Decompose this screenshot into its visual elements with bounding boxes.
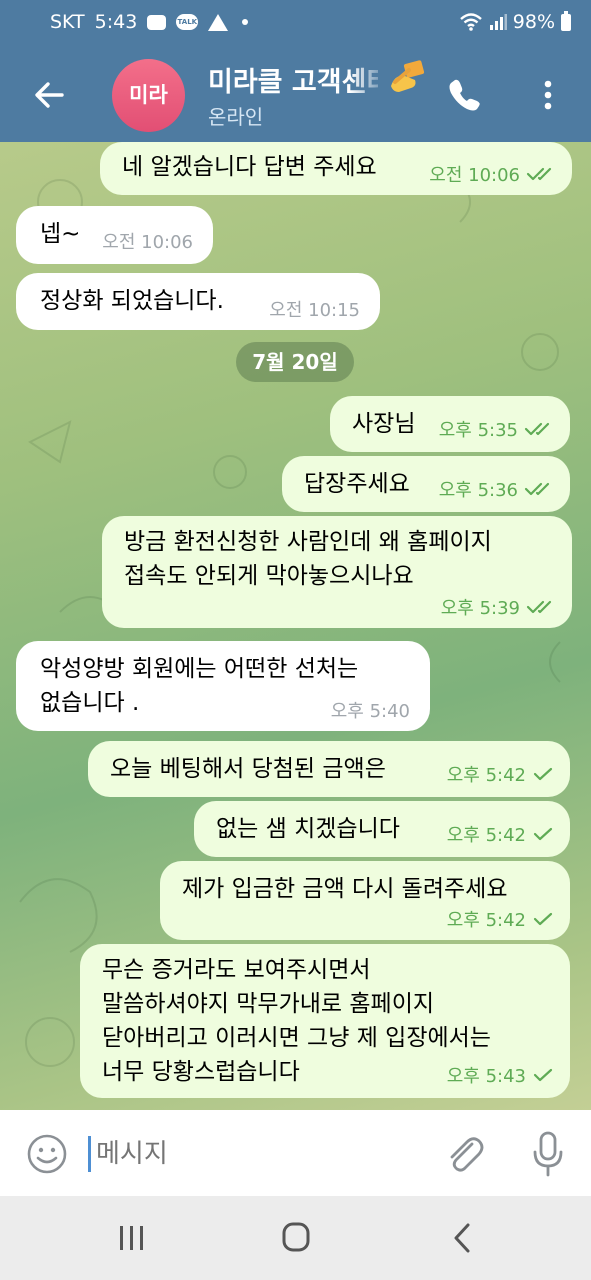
message-bubble-outgoing[interactable]: 답장주세요 오후 5:36 [282, 456, 570, 512]
message-time: 오전 10:15 [269, 300, 360, 321]
message-line: 말씀하셔야지 막무가내로 홈페이지 [102, 991, 435, 1017]
message-bubble-incoming[interactable]: 정상화 되었습니다. 오전 10:15 [16, 273, 380, 330]
battery-percent: 98% [512, 11, 555, 33]
message-time: 오후 5:39 [440, 598, 520, 619]
status-left: SKT 5:43 TALK [50, 11, 249, 33]
message-meta: 오전 10:06 [429, 161, 556, 187]
emoji-icon[interactable] [26, 1133, 68, 1175]
warning-icon [208, 13, 229, 31]
message-bubble-outgoing[interactable]: 제가 입금한 금액 다시 돌려주세요 오후 5:42 [160, 861, 570, 940]
chat-area[interactable]: 네 알겠습니다 답변 주세요 오전 10:06 넵~ 오전 10:06 정상화 … [0, 142, 591, 1110]
message-text: 넵~ [40, 221, 81, 247]
message-bubble-outgoing[interactable]: 오늘 베팅해서 당첨된 금액은 오후 5:42 [88, 741, 570, 797]
recent-apps-icon[interactable] [112, 1222, 152, 1254]
call-icon[interactable] [446, 76, 484, 114]
message-input-bar [0, 1110, 591, 1196]
message-time: 오후 5:35 [438, 420, 518, 441]
message-bubble-incoming[interactable]: 넵~ 오전 10:06 [16, 206, 213, 264]
message-time: 오후 5:42 [446, 910, 526, 931]
message-meta: 오후 5:35 [439, 416, 554, 442]
message-text: 정상화 되었습니다. [40, 288, 224, 314]
kakaotalk-icon: TALK [176, 14, 199, 30]
message-time: 오전 10:06 [102, 232, 193, 253]
single-check-icon [533, 912, 553, 926]
back-arrow-icon[interactable] [30, 75, 70, 115]
message-text: 없는 샘 치겠습니다 [216, 816, 400, 842]
message-line: 너무 당황스럽습니다 [102, 1059, 300, 1085]
signal-icon [489, 14, 507, 30]
message-time: 오후 5:40 [330, 701, 410, 722]
double-check-icon [526, 167, 552, 181]
carrier-label: SKT [50, 11, 85, 33]
wifi-icon [459, 13, 482, 31]
message-meta: 오후 5:42 [447, 821, 554, 847]
message-meta: 오후 5:39 [441, 594, 556, 620]
chat-header: 미라 미라클 고객센터 온라인 [0, 48, 591, 142]
message-text: 제가 입금한 금액 다시 돌려주세요 [182, 876, 508, 902]
message-input[interactable] [96, 1134, 396, 1174]
single-check-icon [533, 1068, 553, 1082]
message-bubble-incoming[interactable]: 악성양방 회원에는 어떤한 선처는 없습니다 . 오후 5:40 [16, 641, 430, 731]
message-line: 무슨 증거라도 보여주시면서 [102, 957, 371, 983]
status-right: 98% [459, 10, 571, 33]
message-time: 오후 5:42 [446, 825, 526, 846]
system-nav-bar [0, 1196, 591, 1280]
clock: 5:43 [94, 11, 138, 33]
more-notifications-dot-icon [242, 19, 249, 25]
double-check-icon [524, 422, 550, 436]
message-meta: 오후 5:42 [447, 761, 554, 787]
home-icon[interactable] [276, 1222, 316, 1254]
message-text: 네 알겠습니다 답변 주세요 [122, 154, 377, 180]
message-meta: 오후 5:36 [439, 476, 554, 502]
message-text: 사장님 [352, 411, 416, 437]
double-check-icon [526, 600, 552, 614]
battery-icon [561, 10, 571, 31]
message-line: 닫아버리고 이러시면 그냥 제 입장에서는 [102, 1025, 491, 1051]
message-time: 오후 5:36 [438, 480, 518, 501]
message-line: 접속도 안되게 막아놓으시나요 [124, 563, 414, 589]
message-meta: 오후 5:42 [447, 906, 554, 932]
back-icon[interactable] [444, 1222, 484, 1254]
mic-icon[interactable] [530, 1130, 566, 1178]
message-time: 오전 10:06 [429, 165, 520, 186]
date-separator: 7월 20일 [236, 342, 354, 382]
more-vertical-icon[interactable] [536, 76, 560, 114]
title-fade [350, 56, 390, 96]
hand-emoji-icon [391, 60, 425, 92]
message-line: 방금 환전신청한 사람인데 왜 홈페이지 [124, 529, 492, 555]
text-cursor [88, 1136, 91, 1172]
message-line: 악성양방 회원에는 어떤한 선처는 [40, 656, 359, 682]
message-time: 오후 5:42 [446, 765, 526, 786]
message-bubble-outgoing[interactable]: 방금 환전신청한 사람인데 왜 홈페이지 접속도 안되게 막아놓으시나요 오후 … [102, 516, 572, 628]
message-meta: 오후 5:43 [447, 1062, 554, 1088]
message-bubble-outgoing[interactable]: 없는 샘 치겠습니다 오후 5:42 [194, 801, 570, 857]
single-check-icon [533, 767, 553, 781]
message-bubble-outgoing[interactable]: 사장님 오후 5:35 [330, 396, 570, 452]
message-meta: 오전 10:06 [102, 228, 193, 254]
avatar[interactable]: 미라 [112, 59, 185, 132]
message-text: 오늘 베팅해서 당첨된 금액은 [110, 756, 386, 782]
message-notification-icon [147, 14, 167, 30]
attach-icon[interactable] [442, 1132, 486, 1176]
message-text: 답장주세요 [304, 471, 410, 497]
message-bubble-outgoing[interactable]: 무슨 증거라도 보여주시면서 말씀하셔야지 막무가내로 홈페이지 닫아버리고 이… [80, 944, 570, 1098]
status-bar: SKT 5:43 TALK 98% [0, 0, 591, 48]
message-bubble-outgoing[interactable]: 네 알겠습니다 답변 주세요 오전 10:06 [100, 142, 572, 195]
message-line: 없습니다 . [40, 690, 140, 716]
single-check-icon [533, 827, 553, 841]
message-meta: 오후 5:40 [331, 697, 410, 723]
message-time: 오후 5:43 [446, 1066, 526, 1087]
message-meta: 오전 10:15 [269, 296, 360, 322]
chat-status: 온라인 [208, 105, 264, 129]
double-check-icon [524, 482, 550, 496]
